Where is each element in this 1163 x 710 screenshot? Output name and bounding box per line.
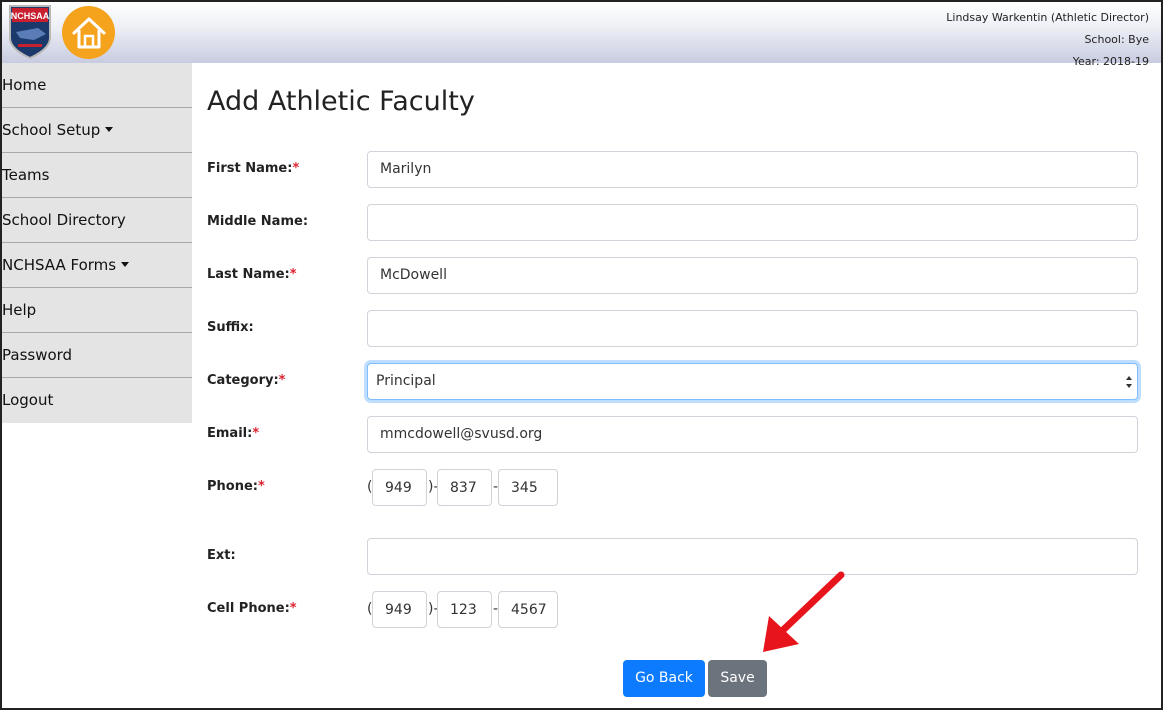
sidebar-item-label: Help — [2, 301, 37, 319]
svg-text:NCHSAA: NCHSAA — [11, 11, 50, 21]
phone-area-input[interactable]: 949 — [372, 469, 427, 506]
category-selected-value: Principal — [376, 373, 436, 389]
phone-label: Phone:* — [207, 479, 265, 494]
sidebar-item-label: NCHSAA Forms — [2, 256, 117, 274]
annotation-arrow-icon — [763, 571, 845, 652]
home-button[interactable] — [62, 6, 115, 59]
first-name-input[interactable]: Marilyn — [367, 151, 1138, 188]
required-marker: * — [289, 601, 297, 616]
user-name: Lindsay Warkentin (Athletic Director) — [946, 11, 1149, 24]
middle-name-input[interactable] — [367, 204, 1138, 241]
cell-area-input[interactable]: 949 — [372, 591, 427, 628]
cell-phone-label: Cell Phone:* — [207, 601, 297, 616]
sidebar-item-home[interactable]: Home — [2, 63, 192, 108]
cell-phone-group: ( 949 )- 123 - 4567 — [367, 591, 567, 628]
school-name: School: Bye — [1084, 33, 1149, 46]
email-input[interactable]: mmcdowell@svusd.org — [367, 416, 1138, 453]
sidebar-item-label: School Directory — [2, 211, 126, 229]
user-info: Lindsay Warkentin (Athletic Director) Sc… — [946, 7, 1149, 73]
required-marker: * — [257, 479, 265, 494]
sidebar-item-help[interactable]: Help — [2, 288, 192, 333]
phone-row: Phone:* ( 949 )- 837 - 345 — [207, 469, 1139, 507]
caret-down-icon — [105, 127, 114, 132]
phone-prefix-input[interactable]: 837 — [437, 469, 492, 506]
sidebar: Home School Setup Teams School Directory… — [2, 63, 192, 423]
required-marker: * — [289, 267, 297, 282]
category-select[interactable]: Principal — [367, 363, 1138, 400]
ext-input[interactable] — [367, 538, 1138, 575]
category-row: Category:* Principal — [207, 363, 1139, 401]
required-marker: * — [278, 373, 286, 388]
cell-phone-row: Cell Phone:* ( 949 )- 123 - 4567 — [207, 591, 1139, 629]
email-label: Email:* — [207, 426, 260, 441]
sidebar-item-school-directory[interactable]: School Directory — [2, 198, 192, 243]
suffix-row: Suffix: — [207, 310, 1139, 348]
school-year: Year: 2018-19 — [1072, 55, 1149, 68]
sidebar-item-label: Password — [2, 346, 73, 364]
phone-group: ( 949 )- 837 - 345 — [367, 469, 567, 506]
email-row: Email:* mmcdowell@svusd.org — [207, 416, 1139, 454]
sidebar-item-label: Home — [2, 76, 47, 94]
suffix-label: Suffix: — [207, 320, 254, 335]
phone-line-input[interactable]: 345 — [498, 469, 558, 506]
header: NCHSAA Lindsay Warkentin (Athletic Direc… — [2, 2, 1161, 68]
go-back-button[interactable]: Go Back — [623, 660, 705, 697]
cell-line-input[interactable]: 4567 — [498, 591, 558, 628]
last-name-label: Last Name:* — [207, 267, 297, 282]
sidebar-item-school-setup[interactable]: School Setup — [2, 108, 192, 153]
sidebar-item-label: School Setup — [2, 121, 101, 139]
page-title: Add Athletic Faculty — [207, 86, 475, 117]
ext-label: Ext: — [207, 548, 236, 563]
last-name-row: Last Name:* McDowell — [207, 257, 1139, 295]
home-icon — [72, 17, 105, 48]
category-label: Category:* — [207, 373, 286, 388]
sidebar-item-logout[interactable]: Logout — [2, 378, 192, 423]
required-marker: * — [292, 161, 300, 176]
sidebar-item-teams[interactable]: Teams — [2, 153, 192, 198]
sidebar-item-label: Logout — [2, 391, 54, 409]
caret-down-icon — [121, 262, 130, 267]
first-name-label: First Name:* — [207, 161, 300, 176]
sidebar-item-label: Teams — [2, 166, 50, 184]
middle-name-label: Middle Name: — [207, 214, 309, 229]
save-button[interactable]: Save — [708, 660, 767, 697]
suffix-input[interactable] — [367, 310, 1138, 347]
last-name-input[interactable]: McDowell — [367, 257, 1138, 294]
first-name-row: First Name:* Marilyn — [207, 151, 1139, 189]
sidebar-item-password[interactable]: Password — [2, 333, 192, 378]
nchsaa-shield-logo[interactable]: NCHSAA — [8, 4, 52, 60]
cell-prefix-input[interactable]: 123 — [437, 591, 492, 628]
ext-row: Ext: — [207, 538, 1139, 576]
select-arrows-icon — [1126, 376, 1132, 388]
sidebar-item-nchsaa-forms[interactable]: NCHSAA Forms — [2, 243, 192, 288]
required-marker: * — [252, 426, 260, 441]
middle-name-row: Middle Name: — [207, 204, 1139, 242]
